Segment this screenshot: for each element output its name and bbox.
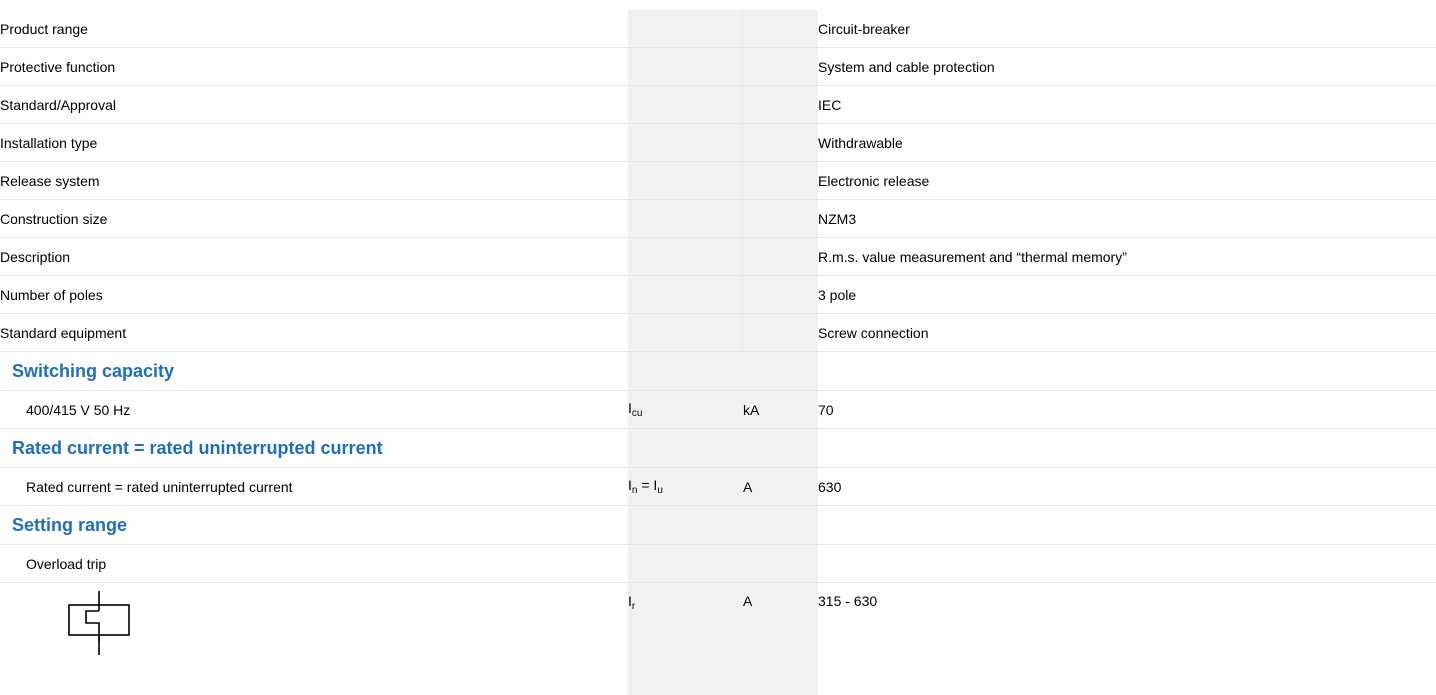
spec-label: Standard equipment <box>0 313 628 352</box>
section-header-rated-current: Rated current = rated uninterrupted curr… <box>0 428 1436 468</box>
spec-subheading: Overload trip <box>0 544 628 583</box>
spec-label: Description <box>0 237 628 276</box>
spec-value: Electronic release <box>818 161 1436 200</box>
section-header-setting-range: Setting range <box>0 505 1436 545</box>
section-title: Switching capacity <box>0 351 628 391</box>
spec-row-switching-capacity: 400/415 V 50 Hz Icu kA 70 <box>0 390 1436 429</box>
spec-row: Product range Circuit-breaker <box>0 10 1436 48</box>
spec-row: Construction size NZM3 <box>0 199 1436 238</box>
spec-label: Protective function <box>0 47 628 86</box>
spec-unit: A <box>743 467 818 506</box>
spec-row: Protective function System and cable pro… <box>0 47 1436 86</box>
spec-row: Standard/Approval IEC <box>0 85 1436 124</box>
spec-value: 3 pole <box>818 275 1436 314</box>
spec-value: Circuit-breaker <box>818 10 1436 48</box>
spec-label: Release system <box>0 161 628 200</box>
section-header-switching-capacity: Switching capacity <box>0 351 1436 391</box>
spec-value: Withdrawable <box>818 123 1436 162</box>
spec-value: Screw connection <box>818 313 1436 352</box>
spec-symbol-cell <box>0 583 628 678</box>
spec-label: Rated current = rated uninterrupted curr… <box>0 467 628 506</box>
spec-value: System and cable protection <box>818 47 1436 86</box>
spec-subheading-overload-trip: Overload trip <box>0 544 1436 583</box>
spec-symbol: In = Iu <box>628 467 743 506</box>
section-title: Rated current = rated uninterrupted curr… <box>0 428 628 468</box>
spec-row-overload-trip: Ir A 315 - 630 <box>0 583 1436 678</box>
spec-row: Installation type Withdrawable <box>0 123 1436 162</box>
spec-row: Description R.m.s. value measurement and… <box>0 237 1436 276</box>
spec-value: 70 <box>818 390 1436 429</box>
spec-value: IEC <box>818 85 1436 124</box>
spec-row: Number of poles 3 pole <box>0 275 1436 314</box>
spec-symbol: Icu <box>628 390 743 429</box>
spec-label: Construction size <box>0 199 628 238</box>
spec-value: 630 <box>818 467 1436 506</box>
spec-label: Number of poles <box>0 275 628 314</box>
overload-trip-symbol-icon <box>68 591 130 655</box>
spec-label: Standard/Approval <box>0 85 628 124</box>
spec-value: 315 - 630 <box>818 593 878 609</box>
spec-unit: A <box>743 593 753 609</box>
spec-row: Standard equipment Screw connection <box>0 313 1436 352</box>
spec-row: Release system Electronic release <box>0 161 1436 200</box>
spec-unit: kA <box>743 390 818 429</box>
section-title: Setting range <box>0 505 628 545</box>
spec-table: Product range Circuit-breaker Protective… <box>0 10 1436 677</box>
spec-value: R.m.s. value measurement and “thermal me… <box>818 237 1436 276</box>
spec-label: Installation type <box>0 123 628 162</box>
spec-symbol: Ir <box>628 593 636 612</box>
spec-row-rated-current: Rated current = rated uninterrupted curr… <box>0 467 1436 506</box>
spec-label: 400/415 V 50 Hz <box>0 390 628 429</box>
spec-value: NZM3 <box>818 199 1436 238</box>
spec-label: Product range <box>0 10 628 48</box>
spec-sheet: Product range Circuit-breaker Protective… <box>0 0 1436 695</box>
